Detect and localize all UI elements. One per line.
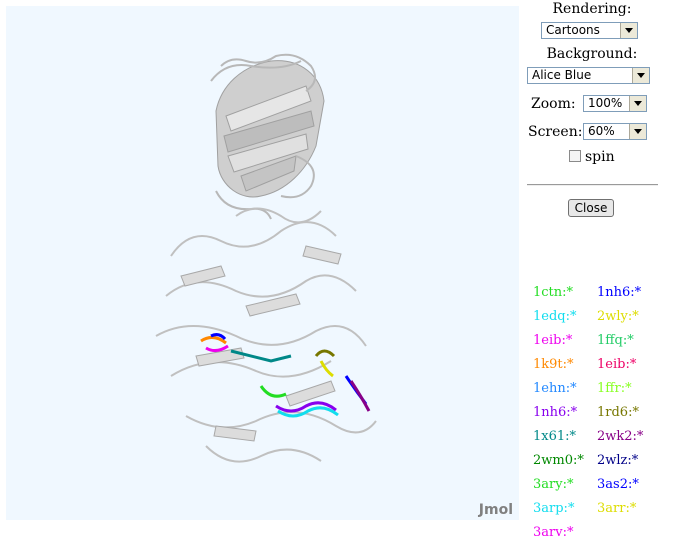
spin-checkbox[interactable]: [569, 150, 581, 162]
legend-item[interactable]: 1ffq:*: [597, 333, 634, 348]
legend-item[interactable]: 1eib:*: [597, 357, 636, 372]
rendering-label: Rendering:: [552, 1, 632, 17]
jmol-watermark: Jmol: [478, 502, 513, 518]
screen-select[interactable]: 60%: [583, 123, 647, 140]
background-select[interactable]: Alice Blue: [527, 67, 650, 84]
legend-item[interactable]: 1nh6:*: [533, 405, 577, 420]
screen-label: Screen:: [528, 124, 583, 140]
background-label: Background:: [546, 46, 638, 62]
legend-item[interactable]: 1ffr:*: [597, 381, 632, 396]
rendering-value: Cartoons: [546, 23, 600, 37]
close-button[interactable]: Close: [568, 199, 614, 217]
zoom-label: Zoom:: [531, 96, 576, 112]
legend-item[interactable]: 1k9t:*: [533, 357, 574, 372]
legend-item[interactable]: 1ehn:*: [533, 381, 577, 396]
legend-item[interactable]: 3as2:*: [597, 477, 639, 492]
legend-item[interactable]: 3arp:*: [533, 501, 574, 516]
chevron-down-icon[interactable]: [629, 124, 646, 139]
legend-item[interactable]: 2wm0:*: [533, 453, 584, 468]
legend-item[interactable]: 1edq:*: [533, 309, 577, 324]
zoom-select[interactable]: 100%: [583, 95, 647, 112]
legend-item[interactable]: 3arr:*: [597, 501, 636, 516]
divider: [527, 184, 658, 186]
lower-domain: [155, 207, 377, 463]
zoom-value: 100%: [588, 96, 623, 110]
legend-item[interactable]: 3ary:*: [533, 477, 573, 492]
legend-item[interactable]: 3arv:*: [533, 525, 573, 540]
legend-item[interactable]: 1eib:*: [533, 333, 572, 348]
upper-domain: [215, 60, 325, 198]
chevron-down-icon[interactable]: [629, 96, 646, 111]
chevron-down-icon[interactable]: [632, 68, 649, 83]
screen-value: 60%: [588, 124, 615, 138]
background-value: Alice Blue: [532, 68, 592, 82]
rendering-select[interactable]: Cartoons: [541, 22, 638, 39]
control-panel: Rendering: Cartoons Background: Alice Bl…: [522, 0, 675, 544]
highlighted-chains: [200, 333, 371, 418]
spin-label: spin: [585, 149, 615, 165]
legend-item[interactable]: 1nh6:*: [597, 285, 641, 300]
legend-item[interactable]: 1x61:*: [533, 429, 576, 444]
legend-item[interactable]: 1rd6:*: [597, 405, 639, 420]
molecule-viewer[interactable]: Jmol: [6, 6, 519, 520]
protein-cartoon-render[interactable]: [6, 6, 519, 520]
legend-item[interactable]: 2wlz:*: [597, 453, 638, 468]
legend-item[interactable]: 2wk2:*: [597, 429, 643, 444]
legend-item[interactable]: 1ctn:*: [533, 285, 573, 300]
chevron-down-icon[interactable]: [620, 23, 637, 38]
legend-item[interactable]: 2wly:*: [597, 309, 639, 324]
